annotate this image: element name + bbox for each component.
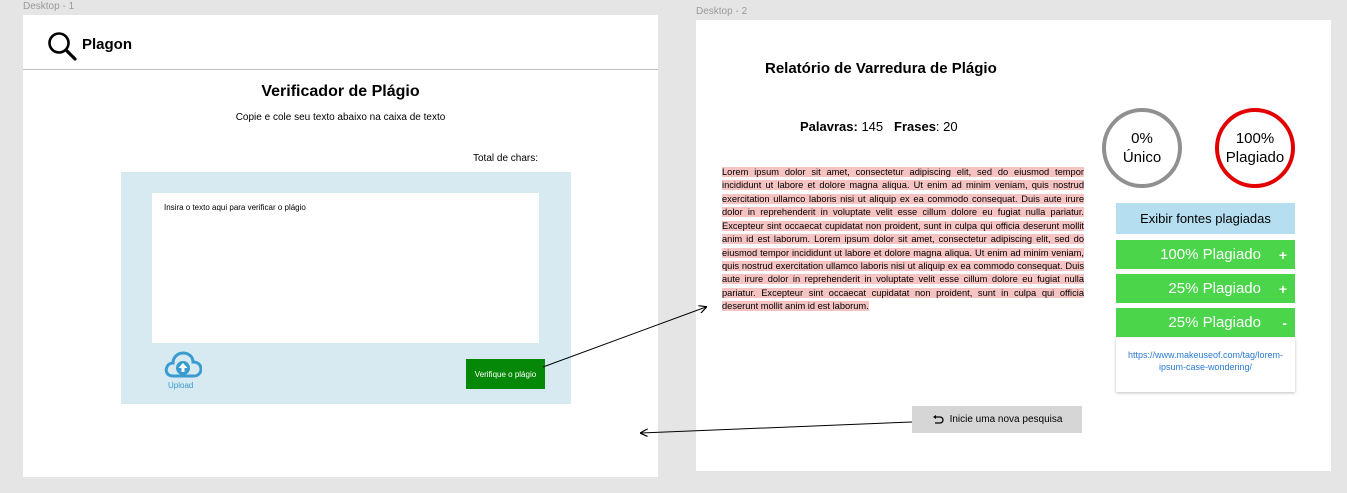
expand-icon[interactable]: + — [1279, 281, 1287, 297]
cloud-upload-icon[interactable] — [164, 350, 202, 380]
total-chars-label: Total de chars: — [473, 153, 539, 164]
plagiarized-score: 100% Plagiado — [1215, 108, 1295, 188]
source-row[interactable]: 25% Plagiado - — [1116, 308, 1295, 337]
new-search-button[interactable]: Inicie uma nova pesquisa — [912, 406, 1082, 433]
page-title: Verificador de Plágio — [261, 83, 420, 100]
highlighted-text: Lorem ipsum dolor sit amet, consectetur … — [722, 167, 1084, 312]
sentences-label: Frases — [894, 119, 936, 134]
words-label: Palavras: — [800, 119, 858, 134]
source-url-link[interactable]: https://www.makeuseof.com/tag/lorem-ipsu… — [1116, 338, 1295, 392]
source-label: 25% Plagiado — [1168, 314, 1261, 331]
source-label: 100% Plagiado — [1160, 246, 1261, 263]
collapse-icon[interactable]: - — [1282, 315, 1287, 331]
unique-label: Único — [1122, 149, 1162, 166]
expand-icon[interactable]: + — [1279, 247, 1287, 263]
logo-text: Plagon — [82, 36, 133, 53]
new-search-label: Inicie uma nova pesquisa — [949, 414, 1063, 425]
upload-label[interactable]: Upload — [168, 381, 193, 390]
source-row[interactable]: 25% Plagiado + — [1116, 274, 1295, 303]
input-panel: Insira o texto aqui para verificar o plá… — [121, 172, 571, 404]
verify-button[interactable]: Verifique o plágio — [466, 359, 545, 389]
analyzed-text: Lorem ipsum dolor sit amet, consectetur … — [722, 166, 1084, 314]
plag-label: Plagiado — [1225, 149, 1285, 166]
plag-percent: 100% — [1235, 130, 1275, 147]
undo-icon — [932, 414, 944, 424]
search-icon — [48, 32, 77, 61]
frame-label-desktop-2: Desktop - 2 — [696, 6, 748, 17]
source-label: 25% Plagiado — [1168, 280, 1261, 297]
report-stats: Palavras: 145 Frases: 20 — [800, 119, 958, 134]
page-subtitle: Copie e cole seu texto abaixo na caixa d… — [235, 112, 446, 123]
header: Plagon — [23, 15, 658, 70]
show-sources-button[interactable]: Exibir fontes plagiadas — [1116, 203, 1295, 234]
source-row[interactable]: 100% Plagiado + — [1116, 240, 1295, 269]
frame-label-desktop-1: Desktop - 1 — [23, 1, 75, 12]
report-title: Relatório de Varredura de Plágio — [765, 60, 997, 77]
checker-page: Plagon Verificador de Plágio Copie e col… — [23, 15, 658, 477]
text-input[interactable]: Insira o texto aqui para verificar o plá… — [152, 193, 539, 343]
report-page: Relatório de Varredura de Plágio Palavra… — [696, 20, 1331, 471]
sentences-value: : 20 — [935, 119, 958, 134]
unique-score: 0% Único — [1102, 108, 1182, 188]
unique-percent: 0% — [1131, 130, 1153, 147]
words-value: 145 — [861, 119, 884, 134]
